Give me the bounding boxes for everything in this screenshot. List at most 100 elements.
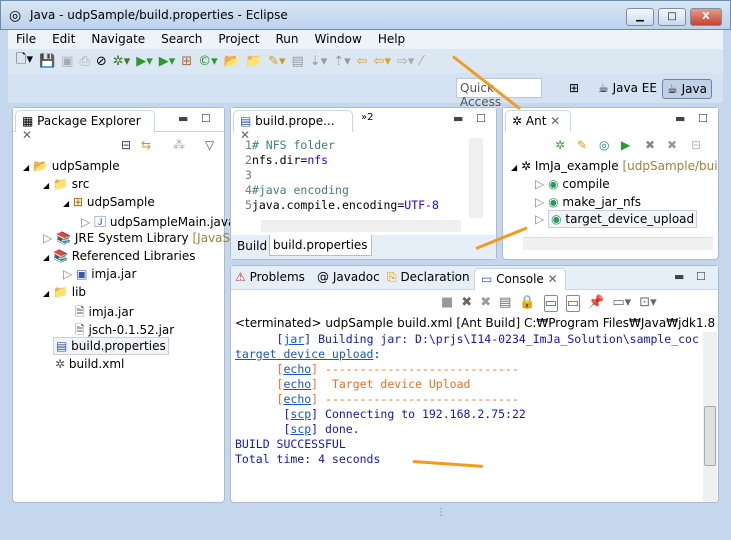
tab-package-explorer[interactable]: ▦ Package Explorer ✕ bbox=[15, 110, 155, 142]
pin-console-icon[interactable]: 📌 bbox=[588, 295, 604, 312]
remove-all-launches-icon[interactable]: ✖ bbox=[480, 295, 491, 312]
annotation-prev-icon[interactable]: ⇡▾ bbox=[333, 54, 350, 69]
save-icon[interactable]: 💾 bbox=[39, 54, 55, 69]
collapse-all-icon[interactable]: ⊟ bbox=[121, 138, 131, 152]
clear-console-icon[interactable]: ▤ bbox=[499, 295, 511, 312]
tab-declaration[interactable]: ⎘ Declaration bbox=[387, 270, 470, 285]
forward-icon[interactable]: ⇨▾ bbox=[397, 54, 414, 69]
menu-project[interactable]: Project bbox=[210, 30, 267, 49]
maximize-icon[interactable]: ☐ bbox=[698, 112, 708, 125]
tree-item-build-properties[interactable]: ▤ build.properties bbox=[53, 337, 169, 355]
close-icon[interactable]: ✕ bbox=[548, 272, 558, 286]
open-type-icon[interactable]: 📂 bbox=[224, 54, 240, 69]
scrollbar-thumb[interactable] bbox=[704, 406, 716, 466]
horizontal-scrollbar[interactable] bbox=[261, 220, 461, 232]
show-stdout-icon[interactable]: ▭ bbox=[543, 295, 558, 312]
search-icon[interactable]: ✎▾ bbox=[268, 54, 285, 69]
maximize-button[interactable]: □ bbox=[658, 8, 686, 26]
perspective-java-ee[interactable]: ☕ Java EE bbox=[594, 79, 661, 99]
collapse-icon[interactable]: ⊟ bbox=[691, 138, 701, 152]
tab-build-properties-source[interactable]: build.properties bbox=[269, 235, 372, 256]
remove-launch-icon[interactable]: ✖ bbox=[461, 295, 472, 312]
annotation-next-icon[interactable]: ⇣▾ bbox=[310, 54, 327, 69]
status-bar-handle[interactable]: ⋮ bbox=[436, 508, 446, 518]
menu-window[interactable]: Window bbox=[306, 30, 369, 49]
open-task-icon[interactable]: 📁 bbox=[246, 54, 262, 69]
tab-ant[interactable]: ✲ Ant ✕ bbox=[505, 110, 571, 132]
menu-file[interactable]: File bbox=[8, 30, 44, 49]
tab-build-properties[interactable]: ▤ build.prope... ✕ bbox=[233, 110, 353, 142]
maximize-icon[interactable]: ☐ bbox=[476, 112, 486, 125]
minimize-icon[interactable]: ▬ bbox=[675, 112, 685, 125]
new-class-icon[interactable]: ©▾ bbox=[198, 54, 218, 69]
link-editor-icon[interactable]: ⇆ bbox=[141, 138, 151, 152]
menu-run[interactable]: Run bbox=[267, 30, 306, 49]
menu-help[interactable]: Help bbox=[370, 30, 413, 49]
tab-build[interactable]: Build bbox=[237, 239, 267, 253]
scroll-lock-icon[interactable]: 🔒 bbox=[519, 295, 535, 312]
tree-item-jre[interactable]: ▷ 📚 JRE System Library [JavaSE- bbox=[43, 231, 242, 245]
vertical-scrollbar[interactable] bbox=[469, 138, 483, 218]
menu-navigate[interactable]: Navigate bbox=[83, 30, 153, 49]
tree-item-referenced-libraries[interactable]: ◢ 📚 Referenced Libraries bbox=[43, 249, 195, 263]
pin-icon[interactable]: ⁄ bbox=[420, 54, 422, 69]
tree-item-project[interactable]: ◢ 📂 udpSample bbox=[23, 159, 120, 173]
menu-edit[interactable]: Edit bbox=[44, 30, 83, 49]
tree-item-java-file[interactable]: ▷ 🄹 udpSampleMain.java bbox=[81, 213, 235, 230]
vertical-scrollbar[interactable] bbox=[703, 332, 717, 502]
tree-item-lib[interactable]: ◢ 📁 lib bbox=[43, 285, 86, 299]
tree-item-jar[interactable]: ▷ ▣ imja.jar bbox=[63, 267, 136, 281]
code-editor[interactable]: 1# NFS folder 2nfs.dir=nfs 3 4#java enco… bbox=[245, 136, 467, 218]
tree-item-build-xml[interactable]: ✲ build.xml bbox=[55, 357, 124, 371]
last-edit-icon[interactable]: ⇦ bbox=[357, 54, 368, 69]
menu-search[interactable]: Search bbox=[153, 30, 210, 49]
tab-overflow[interactable]: »2 bbox=[361, 112, 373, 123]
maximize-icon[interactable]: ☐ bbox=[201, 112, 211, 125]
horizontal-scrollbar[interactable] bbox=[523, 237, 713, 250]
minimize-button[interactable]: ▁ bbox=[626, 8, 654, 26]
show-stderr-icon[interactable]: ▭ bbox=[565, 295, 581, 312]
tree-item-src[interactable]: ◢ 📁 src bbox=[43, 177, 89, 191]
tree-item-package[interactable]: ◢ ⊞ udpSample bbox=[63, 195, 155, 209]
ant-target-compile[interactable]: ▷ ◉ compile bbox=[535, 177, 610, 191]
focus-icon[interactable]: ⁂ bbox=[173, 138, 185, 152]
minimize-icon[interactable]: ▬ bbox=[453, 112, 463, 125]
save-all-icon[interactable]: ▣ bbox=[61, 54, 73, 69]
close-button[interactable]: X bbox=[690, 8, 722, 26]
back-icon[interactable]: ⇦▾ bbox=[374, 54, 391, 69]
filter-icon[interactable]: ◎ bbox=[599, 138, 609, 152]
search-buildfile-icon[interactable]: ✎ bbox=[577, 138, 587, 152]
tab-label: Console bbox=[496, 272, 544, 286]
remove-icon[interactable]: ✖ bbox=[645, 138, 655, 152]
open-console-icon[interactable]: ⊡▾ bbox=[639, 295, 656, 312]
remove-all-icon[interactable]: ✖ bbox=[667, 138, 677, 152]
external-tools-icon[interactable]: ▶▾ bbox=[159, 54, 176, 69]
perspective-java[interactable]: ☕ Java bbox=[662, 79, 712, 99]
maximize-icon[interactable]: ☐ bbox=[696, 270, 706, 283]
minimize-icon[interactable]: ▬ bbox=[674, 270, 684, 283]
run-target-icon[interactable]: ▶ bbox=[621, 138, 630, 152]
ant-target-upload[interactable]: ▷ ◉ target_device_upload bbox=[535, 210, 698, 228]
minimize-icon[interactable]: ▬ bbox=[178, 112, 188, 125]
skip-breakpoints-icon[interactable]: ⊘ bbox=[96, 54, 107, 69]
open-perspective-icon[interactable]: ⊞ bbox=[565, 79, 583, 99]
view-menu-icon[interactable]: ▽ bbox=[205, 138, 214, 152]
debug-icon[interactable]: ✲▾ bbox=[113, 54, 130, 69]
new-icon[interactable]: 🗋▾ bbox=[16, 50, 33, 72]
console-output[interactable]: [jar] Building jar: D:\prjs\I14-0234_ImJ… bbox=[235, 332, 701, 498]
terminate-icon[interactable]: ■ bbox=[441, 295, 453, 312]
toggle-mark-icon[interactable]: ▤ bbox=[292, 54, 304, 69]
tab-console[interactable]: ▭ Console ✕ bbox=[474, 268, 566, 290]
close-icon[interactable]: ✕ bbox=[22, 128, 32, 142]
run-icon[interactable]: ▶▾ bbox=[136, 54, 153, 69]
jar-icon: ▣ bbox=[76, 267, 88, 281]
tab-problems[interactable]: ⚠ Problems bbox=[235, 270, 305, 284]
new-package-icon[interactable]: ⊞ bbox=[181, 54, 192, 69]
tab-javadoc[interactable]: @ Javadoc bbox=[317, 270, 380, 284]
display-console-icon[interactable]: ▭▾ bbox=[612, 295, 631, 312]
print-icon[interactable]: ⎙ bbox=[79, 54, 89, 69]
add-buildfile-icon[interactable]: ✲ bbox=[555, 138, 565, 152]
close-icon[interactable]: ✕ bbox=[550, 114, 560, 128]
ant-target-make-jar-nfs[interactable]: ▷ ◉ make_jar_nfs bbox=[535, 195, 641, 209]
ant-project[interactable]: ◢ ✲ ImJa_example [udpSample/bui bbox=[511, 159, 718, 173]
